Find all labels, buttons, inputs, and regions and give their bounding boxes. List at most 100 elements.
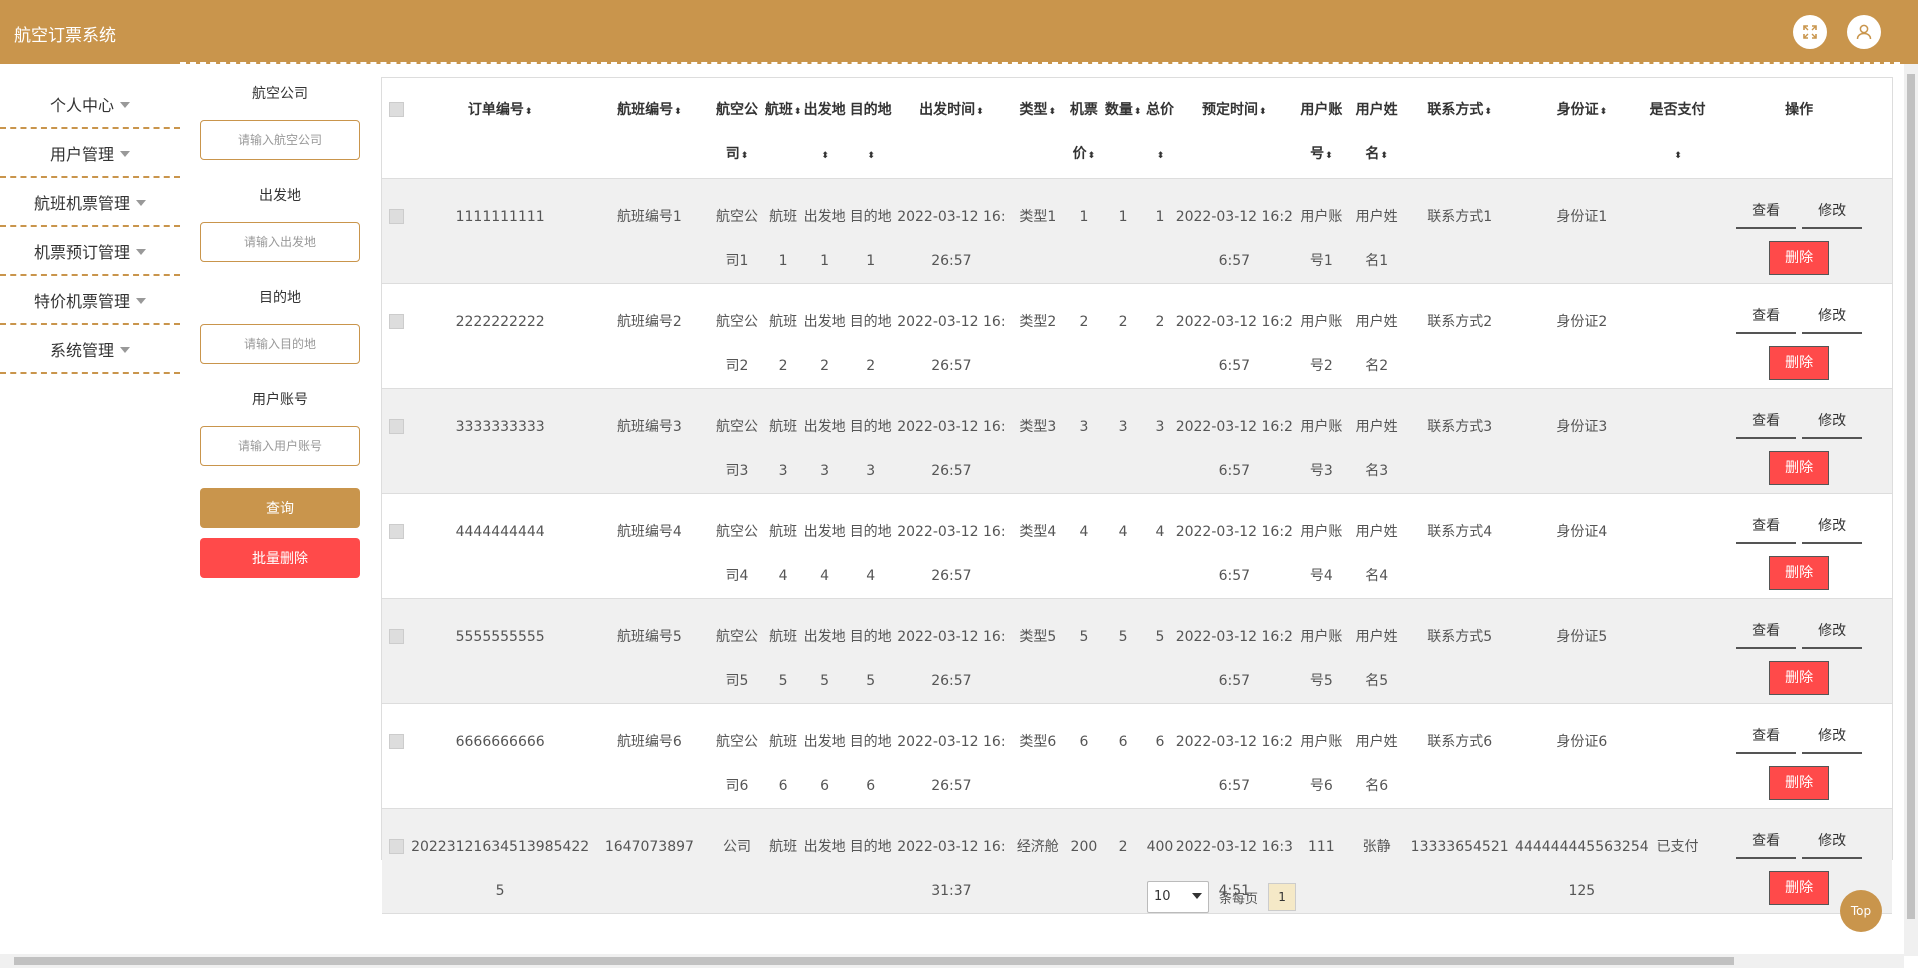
view-button[interactable]: 查看 bbox=[1736, 720, 1797, 754]
sort-icon[interactable]: ⬍ bbox=[976, 90, 984, 134]
sidebar-item-booking-management[interactable]: 机票预订管理 bbox=[0, 227, 180, 276]
delete-button[interactable]: 删除 bbox=[1769, 346, 1830, 380]
cell-order: 3333333333 bbox=[455, 419, 545, 435]
sidebar-item-label: 航班机票管理 bbox=[33, 193, 130, 213]
row-checkbox[interactable] bbox=[382, 809, 411, 914]
column-header[interactable]: 航班⬍ bbox=[764, 78, 802, 179]
edit-button[interactable]: 修改 bbox=[1802, 615, 1863, 649]
fullscreen-button[interactable] bbox=[1793, 15, 1827, 49]
column-header[interactable]: 联系方式⬍ bbox=[1404, 78, 1515, 179]
sidebar-item-flight-ticket-management[interactable]: 航班机票管理 bbox=[0, 178, 180, 227]
select-all-checkbox[interactable] bbox=[382, 78, 411, 179]
sidebar-item-personal-center[interactable]: 个人中心 bbox=[0, 80, 180, 129]
user-account-input[interactable]: 请输入用户账号 bbox=[200, 426, 360, 466]
horizontal-scrollbar[interactable] bbox=[0, 954, 1904, 968]
column-header[interactable]: 出发时间⬍ bbox=[893, 78, 1009, 179]
cell-id-card: 身份证1 bbox=[1556, 209, 1608, 225]
edit-button[interactable]: 修改 bbox=[1802, 405, 1863, 439]
delete-button[interactable]: 删除 bbox=[1769, 556, 1830, 590]
cell-dest: 目的地5 bbox=[849, 629, 892, 689]
query-button[interactable]: 查询 bbox=[200, 488, 360, 528]
column-header[interactable]: 数量⬍ bbox=[1101, 78, 1145, 179]
edit-button[interactable]: 修改 bbox=[1802, 510, 1863, 544]
column-header[interactable]: 用户姓名⬍ bbox=[1349, 78, 1405, 179]
column-header[interactable]: 目的地 ⬍ bbox=[847, 78, 894, 179]
view-button[interactable]: 查看 bbox=[1736, 615, 1797, 649]
column-header-label: 订单编号 bbox=[467, 102, 524, 118]
row-checkbox[interactable] bbox=[382, 704, 411, 809]
column-header[interactable]: 是否支付 ⬍ bbox=[1648, 78, 1707, 179]
sort-icon[interactable]: ⬍ bbox=[821, 134, 829, 178]
column-header[interactable]: 出发地 ⬍ bbox=[801, 78, 848, 179]
chevron-down-icon bbox=[1192, 893, 1202, 899]
cell-actions: 查看 修改删除 bbox=[1706, 389, 1892, 494]
cell-account: 用户账号3 bbox=[1300, 419, 1343, 479]
row-checkbox[interactable] bbox=[382, 389, 411, 494]
cell-depart: 2022-03-12 16:31:37 bbox=[897, 839, 1006, 899]
edit-button[interactable]: 修改 bbox=[1802, 720, 1863, 754]
row-checkbox[interactable] bbox=[382, 284, 411, 389]
column-header[interactable]: 订单编号⬍ bbox=[410, 78, 590, 179]
sort-icon[interactable]: ⬍ bbox=[1674, 134, 1682, 178]
bulk-delete-button[interactable]: 批量删除 bbox=[200, 538, 360, 578]
column-header[interactable]: 总价 ⬍ bbox=[1145, 78, 1175, 179]
row-checkbox[interactable] bbox=[382, 494, 411, 599]
sort-icon[interactable]: ⬍ bbox=[1088, 134, 1096, 178]
view-button[interactable]: 查看 bbox=[1736, 510, 1797, 544]
sort-icon[interactable]: ⬍ bbox=[794, 90, 802, 134]
page-number-button[interactable]: 1 bbox=[1268, 883, 1297, 911]
sidebar-item-system-management[interactable]: 系统管理 bbox=[0, 325, 180, 374]
sort-icon[interactable]: ⬍ bbox=[525, 90, 533, 134]
sort-icon[interactable]: ⬍ bbox=[741, 134, 749, 178]
page-size-select[interactable]: 10 bbox=[1147, 881, 1209, 913]
column-header[interactable]: 机票价⬍ bbox=[1066, 78, 1102, 179]
view-button[interactable]: 查看 bbox=[1736, 195, 1797, 229]
row-checkbox[interactable] bbox=[382, 179, 411, 284]
delete-button[interactable]: 删除 bbox=[1769, 766, 1830, 800]
delete-button[interactable]: 删除 bbox=[1769, 871, 1830, 905]
view-button[interactable]: 查看 bbox=[1736, 300, 1797, 334]
column-header[interactable]: 预定时间⬍ bbox=[1174, 78, 1294, 179]
column-header[interactable]: 身份证⬍ bbox=[1515, 78, 1649, 179]
sort-icon[interactable]: ⬍ bbox=[1259, 90, 1267, 134]
sort-icon[interactable]: ⬍ bbox=[1134, 90, 1142, 134]
column-header[interactable]: 航空公司⬍ bbox=[709, 78, 765, 179]
delete-button[interactable]: 删除 bbox=[1769, 451, 1830, 485]
column-header: 操作 bbox=[1706, 78, 1892, 179]
destination-input[interactable]: 请输入目的地 bbox=[200, 324, 360, 364]
back-to-top-button[interactable]: Top bbox=[1840, 890, 1882, 932]
origin-input[interactable]: 请输入出发地 bbox=[200, 222, 360, 262]
sort-icon[interactable]: ⬍ bbox=[1380, 134, 1388, 178]
column-header[interactable]: 类型⬍ bbox=[1009, 78, 1067, 179]
view-button[interactable]: 查看 bbox=[1736, 405, 1797, 439]
airline-input[interactable]: 请输入航空公司 bbox=[200, 120, 360, 160]
edit-button[interactable]: 修改 bbox=[1802, 825, 1863, 859]
sort-icon[interactable]: ⬍ bbox=[1600, 90, 1608, 134]
vertical-scrollbar[interactable] bbox=[1904, 64, 1918, 956]
sort-icon[interactable]: ⬍ bbox=[1484, 90, 1492, 134]
view-button[interactable]: 查看 bbox=[1736, 825, 1797, 859]
cell-booked: 2022-03-12 16:26:57 bbox=[1175, 524, 1293, 584]
column-header[interactable]: 用户账号⬍ bbox=[1293, 78, 1350, 179]
table-row: 20223121634513985422 5 1647073897 公司 航班 出发地目… bbox=[382, 808, 1892, 914]
sort-icon[interactable]: ⬍ bbox=[1157, 134, 1165, 178]
column-header-label: 联系方式 bbox=[1427, 102, 1484, 118]
sort-icon[interactable]: ⬍ bbox=[1325, 134, 1333, 178]
sidebar-item-user-management[interactable]: 用户管理 bbox=[0, 129, 180, 178]
delete-button[interactable]: 删除 bbox=[1769, 241, 1830, 275]
column-header[interactable]: 航班编号⬍ bbox=[589, 78, 710, 179]
row-checkbox[interactable] bbox=[382, 599, 411, 704]
edit-button[interactable]: 修改 bbox=[1802, 195, 1863, 229]
sort-icon[interactable]: ⬍ bbox=[674, 90, 682, 134]
edit-button[interactable]: 修改 bbox=[1802, 300, 1863, 334]
cell-type: 经济舱 bbox=[1016, 839, 1059, 855]
caret-down-icon bbox=[136, 248, 146, 255]
sidebar-item-special-ticket-management[interactable]: 特价机票管理 bbox=[0, 276, 180, 325]
pagination: 10 条每页 1 bbox=[1147, 881, 1297, 913]
per-page-label: 条每页 bbox=[1219, 891, 1259, 907]
sort-icon[interactable]: ⬍ bbox=[867, 134, 875, 178]
cell-origin: 出发地3 bbox=[803, 419, 846, 479]
delete-button[interactable]: 删除 bbox=[1769, 661, 1830, 695]
sort-icon[interactable]: ⬍ bbox=[1049, 90, 1057, 134]
user-menu-button[interactable] bbox=[1847, 15, 1881, 49]
